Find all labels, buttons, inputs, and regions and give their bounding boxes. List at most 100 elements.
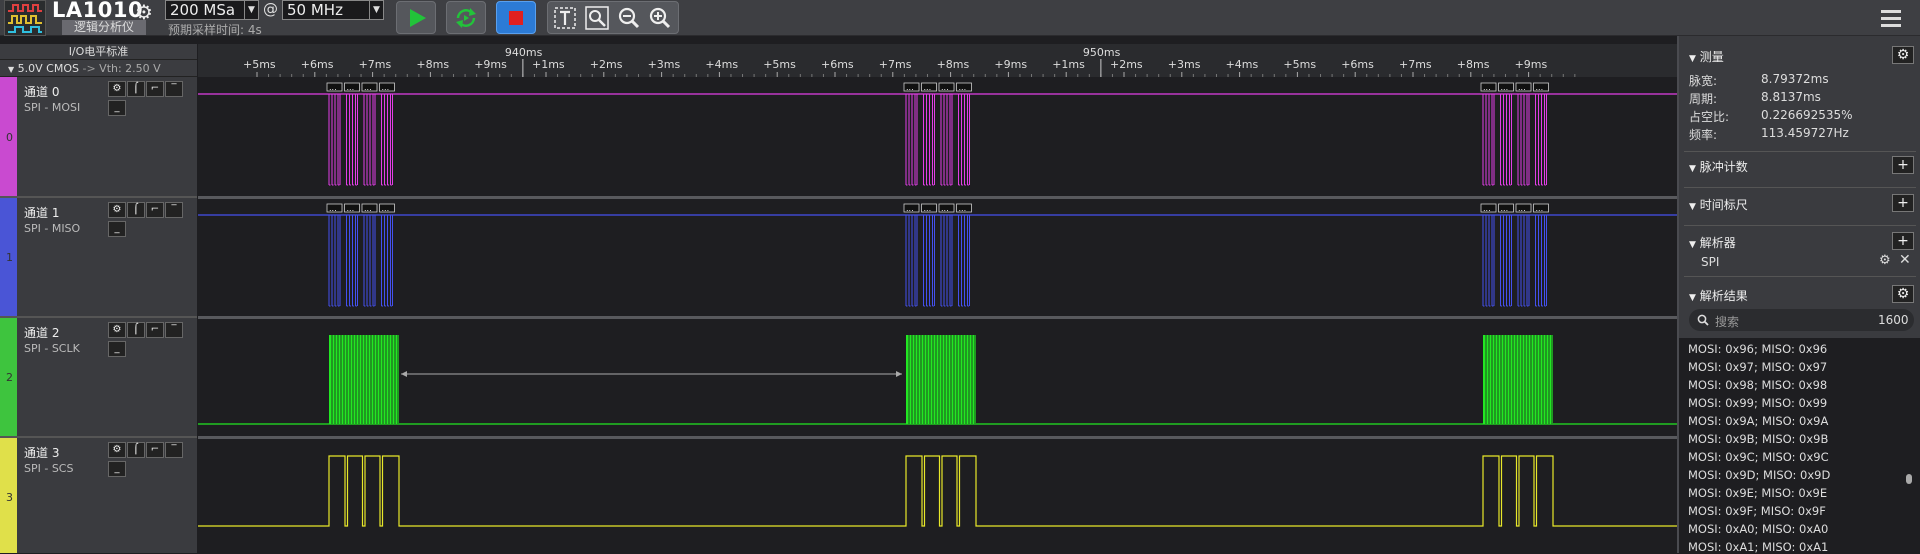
results-scrollbar[interactable]	[1906, 474, 1912, 484]
menu-icon[interactable]	[1880, 7, 1902, 29]
time-ruler-section-title[interactable]: ▼ 时间标尺	[1689, 196, 1748, 213]
channel-name: 通道 1	[24, 206, 60, 220]
channel-name: 通道 2	[24, 326, 60, 340]
channel-name: 通道 0	[24, 85, 60, 99]
sample-rate-value: 200 MSa	[170, 1, 236, 19]
analyzer-item[interactable]: SPI	[1701, 255, 1719, 269]
low-level-icon[interactable]: _	[108, 100, 126, 116]
low-level-icon[interactable]: _	[108, 341, 126, 357]
ruler-tick-label: +6ms	[301, 58, 334, 71]
loop-run-button[interactable]	[446, 1, 486, 34]
rising-edge-icon[interactable]: ⌠	[127, 322, 145, 338]
measure-label: 占空比:	[1689, 110, 1730, 124]
pulse-count-title: 脉冲计数	[1699, 160, 1748, 174]
clock-burst	[1483, 335, 1553, 424]
stop-button[interactable]	[496, 1, 536, 34]
result-row[interactable]: MOSI: 0x9A; MISO: 0x9A	[1688, 414, 1828, 428]
rising-edge-icon[interactable]: ⌠	[127, 81, 145, 97]
ruler-tick-label: +7ms	[359, 58, 392, 71]
channel-number: 0	[6, 131, 13, 144]
channel-panel-1[interactable]: 1 通道 1 SPI - MISO ⚙ ⌠ ⌐ ‾ _	[0, 198, 197, 318]
ruler-tick-label: +7ms	[1399, 58, 1432, 71]
add-analyzer-button[interactable]: +	[1892, 232, 1914, 250]
zoom-out-icon[interactable]	[617, 6, 641, 30]
result-row[interactable]: MOSI: 0x98; MISO: 0x98	[1688, 378, 1827, 392]
result-row[interactable]: MOSI: 0x9B; MISO: 0x9B	[1688, 432, 1828, 446]
low-level-icon[interactable]: _	[108, 221, 126, 237]
result-row[interactable]: MOSI: 0x9E; MISO: 0x9E	[1688, 486, 1827, 500]
decode-marker-label: ...	[1518, 83, 1526, 92]
add-time-ruler-button[interactable]: +	[1892, 194, 1914, 212]
result-row[interactable]: MOSI: 0x96; MISO: 0x96	[1688, 342, 1827, 356]
results-settings-button[interactable]: ⚙	[1892, 285, 1914, 303]
result-row[interactable]: MOSI: 0xA1; MISO: 0xA1	[1688, 540, 1828, 554]
sample-rate-select[interactable]: 200 MSa ▼	[165, 0, 259, 20]
rising-edge-icon[interactable]: ⌠	[127, 442, 145, 458]
gear-icon[interactable]: ⚙	[108, 442, 126, 458]
ruler-tick-label: +6ms	[1341, 58, 1374, 71]
ruler-tick-label: +2ms	[590, 58, 623, 71]
chevron-down-icon: ▼	[244, 1, 258, 19]
waveform-area[interactable]: ........................................…	[198, 77, 1677, 553]
io-arrow: ->	[82, 62, 96, 75]
gear-icon[interactable]: ⚙	[135, 0, 153, 24]
channel-decoder-label: SPI - MOSI	[24, 101, 81, 114]
result-row[interactable]: MOSI: 0x9F; MISO: 0x9F	[1688, 504, 1826, 518]
pulse-count-section-title[interactable]: ▼ 脉冲计数	[1689, 158, 1748, 175]
measure-settings-button[interactable]: ⚙	[1892, 46, 1914, 64]
results-section-title[interactable]: ▼ 解析结果	[1689, 287, 1748, 304]
result-row[interactable]: MOSI: 0x99; MISO: 0x99	[1688, 396, 1827, 410]
at-symbol: @	[263, 0, 278, 18]
ruler-tick-label: +6ms	[821, 58, 854, 71]
signal-pulse	[905, 215, 918, 307]
analyzer-section-title[interactable]: ▼ 解析器	[1689, 234, 1736, 251]
logo-icon	[4, 0, 46, 36]
falling-edge-icon[interactable]: ⌐	[146, 442, 164, 458]
rising-edge-icon[interactable]: ⌠	[127, 202, 145, 218]
decode-marker-label: ...	[959, 204, 967, 213]
channel-panel-3[interactable]: 3 通道 3 SPI - SCS ⚙ ⌠ ⌐ ‾ _	[0, 438, 197, 553]
gear-icon[interactable]: ⚙	[108, 202, 126, 218]
high-level-icon[interactable]: ‾	[165, 322, 183, 338]
results-list[interactable]: MOSI: 0x96; MISO: 0x96 MOSI: 0x97; MISO: …	[1679, 338, 1920, 554]
result-row[interactable]: MOSI: 0x9D; MISO: 0x9D	[1688, 468, 1830, 482]
gear-icon: ⚙	[1896, 47, 1910, 63]
frequency-select[interactable]: 50 MHz ▼	[282, 0, 384, 20]
channel-panel-2[interactable]: 2 通道 2 SPI - SCLK ⚙ ⌠ ⌐ ‾ _	[0, 318, 197, 438]
ruler-tick-label: +7ms	[879, 58, 912, 71]
add-pulse-count-button[interactable]: +	[1892, 156, 1914, 174]
low-level-icon[interactable]: _	[108, 461, 126, 477]
high-level-icon[interactable]: ‾	[165, 442, 183, 458]
falling-edge-icon[interactable]: ⌐	[146, 81, 164, 97]
zoom-in-icon[interactable]	[648, 6, 672, 30]
close-icon[interactable]: ✕	[1899, 252, 1911, 268]
time-ruler[interactable]: +5ms +6ms +7ms +8ms +9ms +1ms +2ms +3ms +4ms +5ms…	[198, 44, 1677, 77]
measure-value: 8.79372ms	[1761, 72, 1829, 86]
result-row[interactable]: MOSI: 0x9C; MISO: 0x9C	[1688, 450, 1829, 464]
io-standard-select[interactable]: ▼ 5.0V CMOS -> Vth: 2.50 V	[0, 60, 197, 77]
signal-pulse	[958, 94, 970, 186]
run-button[interactable]	[396, 1, 436, 34]
signal-pulse	[381, 215, 393, 307]
text-tool-icon[interactable]	[553, 6, 577, 30]
divider	[1684, 187, 1916, 188]
channel-panel-0[interactable]: 0 通道 0 SPI - MOSI ⚙ ⌠ ⌐ ‾ _	[0, 77, 197, 198]
high-level-icon[interactable]: ‾	[165, 81, 183, 97]
falling-edge-icon[interactable]: ⌐	[146, 322, 164, 338]
view-tool-group	[547, 1, 679, 34]
measure-section-title[interactable]: ▼ 测量	[1689, 48, 1724, 65]
falling-edge-icon[interactable]: ⌐	[146, 202, 164, 218]
gear-icon[interactable]: ⚙	[108, 81, 126, 97]
signal-pulse	[1517, 215, 1530, 307]
zoom-fit-icon[interactable]	[585, 6, 609, 30]
results-search-input[interactable]: 搜索 1600	[1689, 309, 1914, 331]
channel-separator	[198, 436, 1677, 439]
gear-icon[interactable]: ⚙	[108, 322, 126, 338]
io-standard-value: 5.0V CMOS	[17, 62, 79, 75]
sample-time-label: 预期采样时间: 4s	[168, 23, 262, 37]
high-level-icon[interactable]: ‾	[165, 202, 183, 218]
gear-icon[interactable]: ⚙	[1879, 253, 1891, 268]
result-row[interactable]: MOSI: 0xA0; MISO: 0xA0	[1688, 522, 1828, 536]
result-row[interactable]: MOSI: 0x97; MISO: 0x97	[1688, 360, 1827, 374]
ruler-tick-label: +5ms	[1283, 58, 1316, 71]
